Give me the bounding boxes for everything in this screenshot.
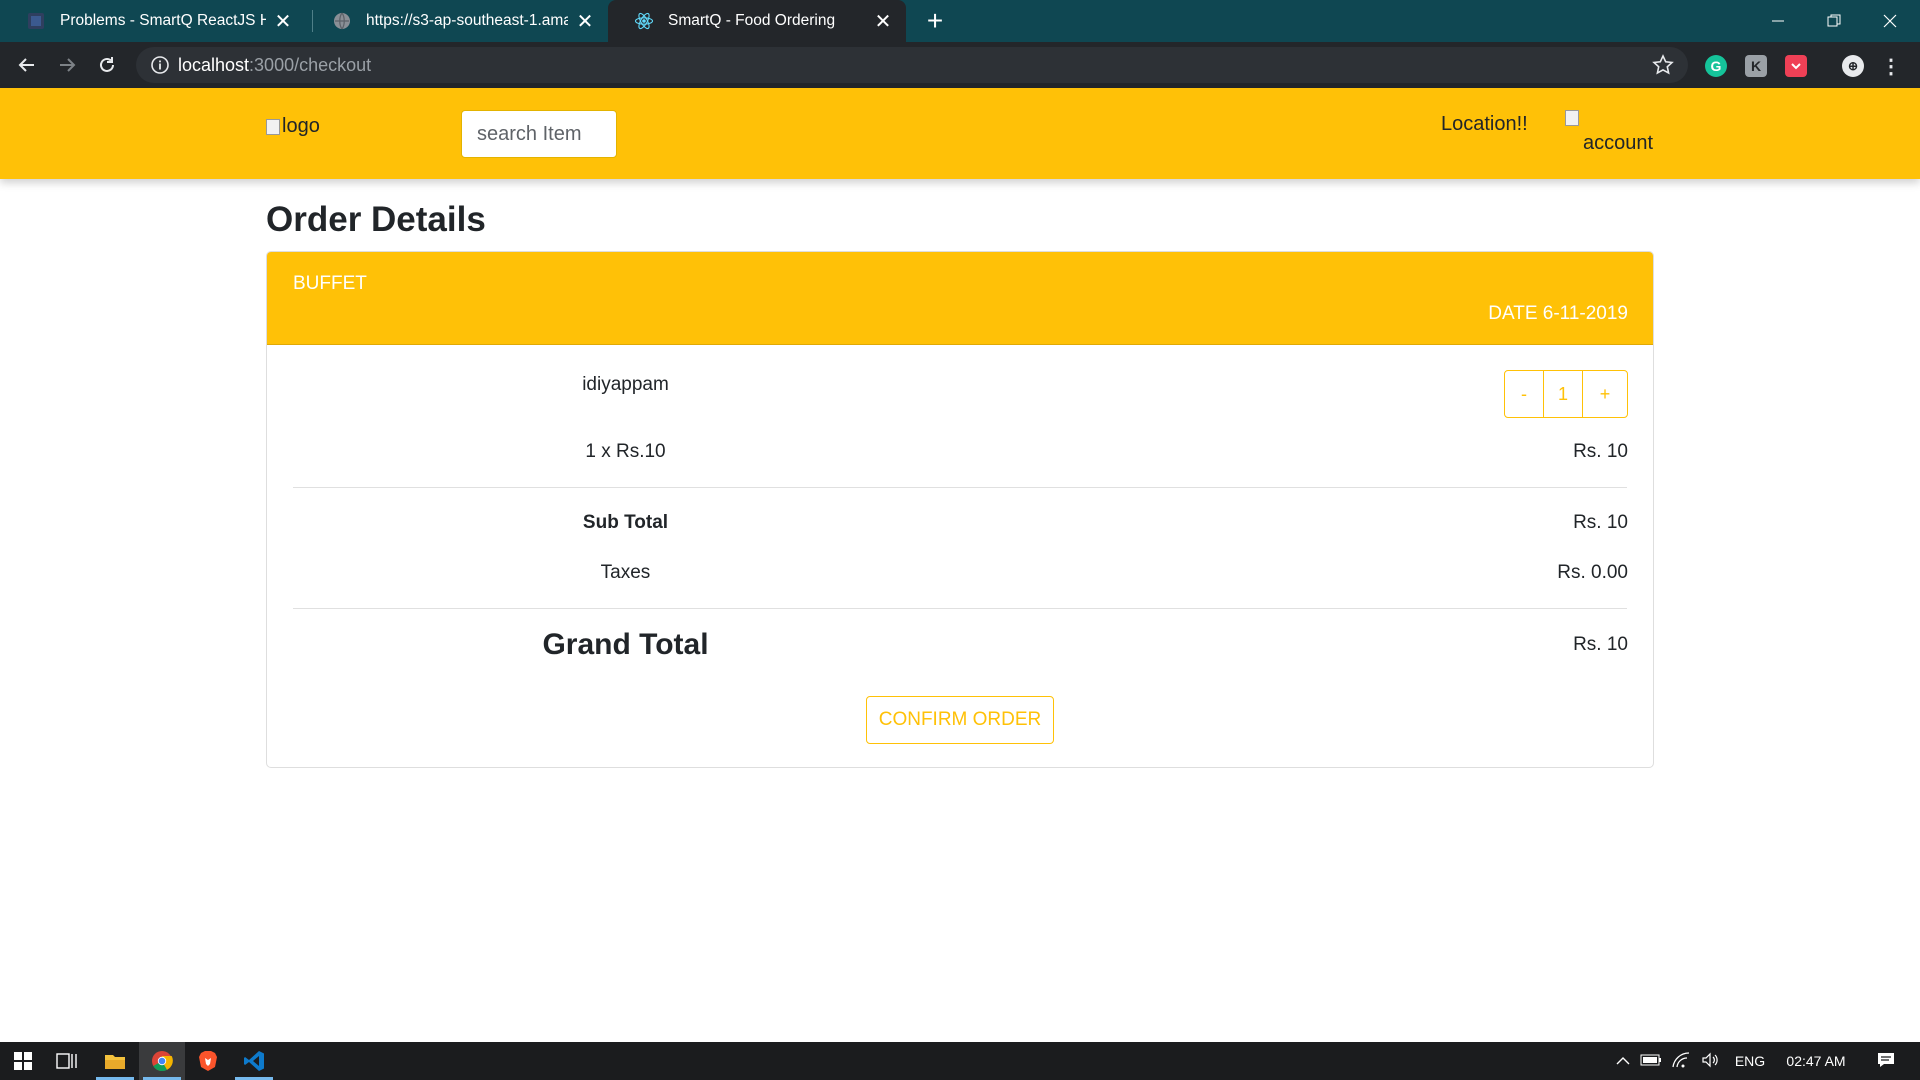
subtotal-value: Rs. 10: [1573, 512, 1628, 533]
account-alt-text: account: [1583, 132, 1654, 154]
quantity-stepper: - 1 +: [1504, 370, 1628, 418]
logo[interactable]: logo: [266, 115, 320, 138]
back-button[interactable]: [11, 49, 43, 81]
close-icon[interactable]: ✕: [874, 11, 892, 33]
divider: [293, 608, 1627, 609]
task-view-icon[interactable]: [44, 1042, 90, 1080]
quantity-value: 1: [1543, 370, 1583, 418]
star-icon[interactable]: [1652, 54, 1674, 76]
url-text: localhost:3000/checkout: [178, 55, 371, 76]
order-card-header: BUFFET DATE 6-11-2019: [267, 252, 1653, 345]
language-indicator[interactable]: ENG: [1726, 1053, 1774, 1069]
windows-start-icon[interactable]: [0, 1042, 46, 1080]
pocket-icon[interactable]: [1785, 55, 1807, 77]
profile-icon[interactable]: ⊕: [1842, 55, 1864, 77]
notifications-icon[interactable]: [1858, 1052, 1914, 1071]
chrome-icon[interactable]: [139, 1042, 185, 1080]
globe-icon: [332, 11, 352, 31]
menu-kebab-icon[interactable]: ⋮: [1880, 55, 1902, 78]
divider: [293, 487, 1627, 488]
page-title: Order Details: [266, 200, 486, 239]
address-bar[interactable]: localhost:3000/checkout: [136, 47, 1688, 83]
taxes-value: Rs. 0.00: [1557, 562, 1628, 583]
wifi-icon[interactable]: [1666, 1051, 1696, 1071]
browser-tab-problems[interactable]: Problems - SmartQ ReactJS Hiring ✕: [0, 0, 306, 42]
clock[interactable]: 02:47 AM: [1774, 1053, 1858, 1069]
subtotal-label: Sub Total: [582, 512, 669, 533]
broken-image-icon: [266, 118, 280, 135]
extension-icon[interactable]: K: [1745, 55, 1767, 77]
close-icon[interactable]: ✕: [576, 11, 594, 33]
grand-total-label: Grand Total: [542, 628, 709, 661]
restore-button[interactable]: [1806, 0, 1862, 42]
url-host: localhost: [178, 55, 250, 75]
browser-tab-smartq[interactable]: SmartQ - Food Ordering ✕: [608, 0, 906, 42]
confirm-order-button[interactable]: CONFIRM ORDER: [866, 696, 1054, 744]
browser-tab-strip: Problems - SmartQ ReactJS Hiring ✕ https…: [0, 0, 1920, 42]
brave-icon[interactable]: [185, 1042, 231, 1080]
restaurant-name: BUFFET: [293, 273, 367, 294]
windows-taskbar: ENG 02:47 AM: [0, 1042, 1920, 1080]
volume-icon[interactable]: [1696, 1052, 1726, 1071]
system-tray: ENG 02:47 AM: [1610, 1042, 1914, 1080]
forward-button[interactable]: [51, 49, 83, 81]
tab-title: https://s3-ap-southeast-1.amazonaws.com: [366, 12, 568, 29]
browser-tab-s3[interactable]: https://s3-ap-southeast-1.amazonaws.com …: [306, 0, 608, 42]
search-input[interactable]: [461, 110, 617, 158]
browser-toolbar: localhost:3000/checkout G K ⊕ ⋮: [0, 42, 1920, 88]
app-navbar: logo Location!! account: [0, 88, 1920, 179]
logo-alt-text: logo: [282, 115, 320, 137]
tab-title: SmartQ - Food Ordering: [668, 12, 836, 29]
tab-title: Problems - SmartQ ReactJS Hiring: [60, 12, 266, 29]
location-link[interactable]: Location!!: [1441, 113, 1528, 136]
reload-button[interactable]: [91, 49, 123, 81]
minimize-button[interactable]: [1750, 0, 1806, 42]
hackerearth-icon: [26, 11, 46, 31]
react-icon: [634, 11, 654, 31]
vscode-icon[interactable]: [231, 1042, 277, 1080]
item-name: idiyappam: [582, 374, 669, 395]
grammarly-icon[interactable]: G: [1705, 55, 1727, 77]
file-explorer-icon[interactable]: [92, 1042, 138, 1080]
info-icon[interactable]: [150, 55, 170, 75]
increment-button[interactable]: +: [1582, 370, 1628, 418]
url-path: :3000/checkout: [249, 55, 372, 75]
order-date: DATE 6-11-2019: [1488, 303, 1628, 324]
new-tab-button[interactable]: +: [918, 7, 952, 35]
decrement-button[interactable]: -: [1504, 370, 1544, 418]
taxes-label: Taxes: [600, 562, 651, 583]
grand-total-value: Rs. 10: [1573, 634, 1628, 655]
close-window-button[interactable]: [1862, 0, 1918, 42]
chevron-up-icon[interactable]: [1610, 1053, 1636, 1069]
close-icon[interactable]: ✕: [274, 11, 292, 33]
item-unit-line: 1 x Rs.10: [585, 441, 666, 462]
order-card: BUFFET DATE 6-11-2019 idiyappam - 1 + 1 …: [266, 251, 1654, 768]
broken-image-icon: [1565, 110, 1579, 126]
battery-icon[interactable]: [1636, 1053, 1666, 1069]
item-line-total: Rs. 10: [1573, 441, 1628, 462]
